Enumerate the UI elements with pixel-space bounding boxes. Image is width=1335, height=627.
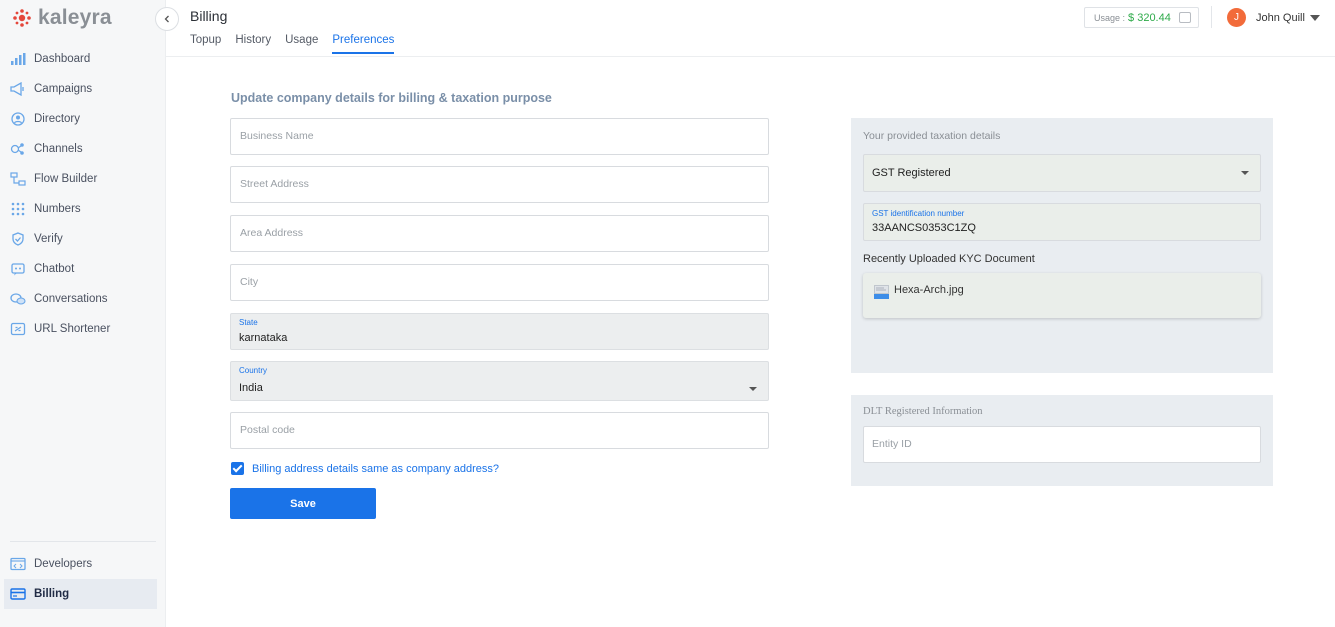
sidebar-item-label: Dashboard — [34, 53, 91, 65]
same-address-checkbox[interactable] — [231, 462, 244, 475]
sidebar-item-label: Chatbot — [34, 263, 75, 275]
business-name-placeholder: Business Name — [240, 130, 314, 142]
sidebar-item-chatbot[interactable]: Chatbot — [0, 254, 166, 284]
avatar[interactable]: J — [1227, 8, 1246, 27]
area-address-field[interactable]: Area Address — [230, 215, 769, 252]
sidebar-nav: Dashboard Campaigns Directory Channels F… — [0, 44, 166, 344]
area-address-placeholder: Area Address — [240, 227, 304, 239]
sidebar-item-numbers[interactable]: Numbers — [0, 194, 166, 224]
sidebar-item-campaigns[interactable]: Campaigns — [0, 74, 166, 104]
country-value: India — [239, 382, 263, 394]
country-label: Country — [239, 366, 268, 375]
entity-id-field[interactable]: Entity ID — [863, 426, 1261, 463]
postal-code-field[interactable]: Postal code — [230, 412, 769, 449]
kyc-file-name[interactable]: Hexa-Arch.jpg — [894, 284, 964, 296]
sidebar-item-label: Flow Builder — [34, 173, 98, 185]
sidebar-item-label: Channels — [34, 143, 83, 155]
sidebar: kaleyra Dashboard Campaigns Directory Ch… — [0, 0, 166, 627]
dial-pad-icon — [11, 202, 25, 216]
taxation-title: Your provided taxation details — [863, 130, 1001, 142]
billing-tabs: Topup History Usage Preferences — [190, 34, 408, 54]
sidebar-item-conversations[interactable]: Conversations — [0, 284, 166, 314]
save-button[interactable]: Save — [230, 488, 376, 519]
flow-icon — [10, 172, 26, 186]
chevron-left-icon — [164, 15, 169, 23]
chevron-down-icon — [749, 387, 757, 391]
chevron-down-icon — [1241, 171, 1249, 175]
usage-label: Usage : — [1094, 12, 1126, 23]
sidebar-item-label: Verify — [34, 233, 63, 245]
sidebar-item-label: Directory — [34, 113, 81, 125]
sidebar-item-label: Conversations — [34, 293, 108, 305]
country-select[interactable]: Country India — [230, 361, 769, 401]
shield-check-icon — [12, 232, 24, 246]
gst-id-field[interactable]: GST identification number 33AANCS0353C1Z… — [863, 203, 1261, 241]
chat-bubbles-icon — [10, 293, 26, 305]
city-field[interactable]: City — [230, 264, 769, 301]
code-window-icon — [10, 557, 26, 571]
gst-type-value: GST Registered — [872, 167, 951, 179]
state-label: State — [239, 318, 258, 327]
link-icon — [10, 322, 26, 336]
sidebar-item-flow-builder[interactable]: Flow Builder — [0, 164, 166, 194]
sidebar-item-verify[interactable]: Verify — [0, 224, 166, 254]
sidebar-item-label: Developers — [34, 558, 93, 570]
gst-id-label: GST identification number — [872, 209, 965, 218]
postal-code-placeholder: Postal code — [240, 424, 295, 436]
tab-usage[interactable]: Usage — [285, 34, 318, 54]
collapse-sidebar-button[interactable] — [155, 7, 179, 31]
sidebar-item-label: URL Shortener — [34, 323, 111, 335]
same-address-label[interactable]: Billing address details same as company … — [252, 463, 499, 475]
gst-type-select[interactable]: GST Registered — [863, 154, 1261, 192]
street-address-field[interactable]: Street Address — [230, 166, 769, 203]
tab-topup[interactable]: Topup — [190, 34, 221, 54]
megaphone-icon — [10, 82, 24, 96]
person-circle-icon — [11, 112, 25, 126]
sidebar-bottom-nav: Developers Billing — [0, 541, 166, 609]
brand-name: kaleyra — [38, 6, 112, 29]
user-menu-caret-icon[interactable] — [1310, 15, 1320, 21]
tab-history[interactable]: History — [235, 34, 271, 54]
state-value: karnataka — [239, 332, 288, 344]
header-separator — [1211, 6, 1212, 28]
sidebar-divider — [10, 541, 156, 542]
taxation-panel: Your provided taxation details GST Regis… — [851, 118, 1273, 373]
sidebar-item-label: Numbers — [34, 203, 81, 215]
usage-badge[interactable]: Usage : $ 320.44 — [1084, 7, 1199, 28]
street-address-placeholder: Street Address — [240, 178, 309, 190]
page-title: Billing — [190, 8, 228, 24]
sidebar-item-channels[interactable]: Channels — [0, 134, 166, 164]
dlt-panel: DLT Registered Information Entity ID — [851, 395, 1273, 486]
same-address-option: Billing address details same as company … — [231, 462, 499, 475]
brand-logo[interactable]: kaleyra — [12, 6, 112, 29]
refresh-icon[interactable] — [1179, 12, 1191, 23]
bar-chart-icon — [11, 53, 26, 65]
state-field[interactable]: State karnataka — [230, 313, 769, 350]
form-heading: Update company details for billing & tax… — [231, 91, 552, 105]
gst-id-value: 33AANCS0353C1ZQ — [872, 222, 976, 234]
sidebar-item-directory[interactable]: Directory — [0, 104, 166, 134]
sidebar-item-label: Campaigns — [34, 83, 93, 95]
sidebar-item-dashboard[interactable]: Dashboard — [0, 44, 166, 74]
credit-card-icon — [10, 588, 26, 600]
channels-icon — [10, 143, 24, 155]
sidebar-item-url-shortener[interactable]: URL Shortener — [0, 314, 166, 344]
dlt-title: DLT Registered Information — [863, 406, 983, 417]
tab-preferences[interactable]: Preferences — [332, 34, 395, 54]
sidebar-item-developers[interactable]: Developers — [0, 549, 166, 579]
business-name-field[interactable]: Business Name — [230, 118, 769, 155]
kaleyra-logo-icon — [13, 9, 31, 27]
user-name[interactable]: John Quill — [1256, 12, 1305, 24]
kyc-title: Recently Uploaded KYC Document — [863, 253, 1035, 265]
usage-amount: $ 320.44 — [1128, 11, 1171, 24]
chatbot-icon — [11, 263, 25, 276]
entity-id-placeholder: Entity ID — [872, 438, 912, 450]
sidebar-item-billing[interactable]: Billing — [4, 579, 157, 609]
sidebar-item-label: Billing — [34, 588, 70, 600]
image-file-icon — [874, 285, 889, 299]
kyc-document-card[interactable]: Hexa-Arch.jpg — [863, 273, 1261, 318]
city-placeholder: City — [240, 276, 259, 288]
header-divider — [166, 56, 1335, 57]
